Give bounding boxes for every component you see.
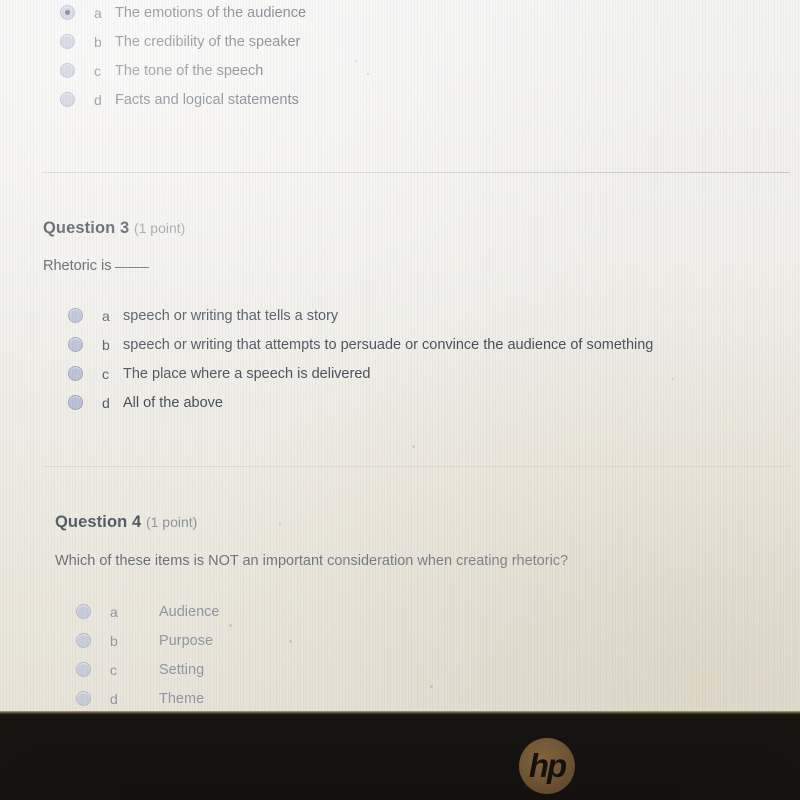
question-heading-3-label: Question 3 [43,219,130,237]
hp-logo-label: hp [528,746,567,784]
radio-button-q3-b[interactable] [68,337,83,352]
answer-options-question-4: a Audience b Purpose c Setting d Theme [0,597,800,711]
option-letter-q4-b: b [110,632,118,649]
option-text-q3-d[interactable]: All of the above [123,395,223,411]
radio-button-q2-d[interactable] [60,92,75,107]
question-block-4: Question 4 (1 point) Which of these item… [0,513,800,711]
question-stem-4: Which of these items is NOT an important… [0,553,800,569]
answer-options-question-3: a speech or writing that tells a story b… [0,301,800,417]
option-letter-q3-c: c [102,365,109,382]
option-letter-q2-b: b [94,33,102,50]
radio-button-q2-a[interactable] [60,5,75,20]
option-text-q2-d[interactable]: Facts and logical statements [115,92,299,108]
fill-in-blank-3 [114,267,149,268]
option-row-q2-c[interactable]: c The tone of the speech [0,56,800,85]
option-text-q3-c[interactable]: The place where a speech is delivered [123,366,370,382]
radio-button-q4-b[interactable] [76,633,91,648]
option-row-q2-a[interactable]: a The emotions of the audience [0,0,800,27]
bezel-highlight-edge [0,711,800,715]
radio-button-q3-a[interactable] [68,308,83,323]
question-points-3: (1 point) [133,220,186,236]
radio-button-q4-a[interactable] [76,604,91,619]
radio-button-q4-c[interactable] [76,662,91,677]
question-separator-2 [42,466,790,467]
option-letter-q4-d: d [110,690,118,707]
question-stem-4-text: Which of these items is NOT an important… [55,553,569,569]
quiz-screen: a The emotions of the audience b The cre… [0,0,800,711]
question-separator-1 [42,172,790,173]
radio-button-q4-d[interactable] [76,691,91,706]
radio-button-q3-c[interactable] [68,366,83,381]
option-letter-q2-a: a [94,4,102,21]
option-text-q3-b[interactable]: speech or writing that attempts to persu… [123,337,653,353]
option-letter-q2-c: c [94,62,101,79]
option-row-q3-c[interactable]: c The place where a speech is delivered [0,359,800,388]
quiz-content: a The emotions of the audience b The cre… [0,0,800,711]
option-letter-q2-d: d [94,91,102,108]
question-heading-4-label: Question 4 [55,513,142,531]
photo-of-laptop-screen: a The emotions of the audience b The cre… [0,0,800,800]
option-text-q4-d[interactable]: Theme [131,691,204,707]
option-row-q3-a[interactable]: a speech or writing that tells a story [0,301,800,330]
option-letter-q4-c: c [110,661,117,678]
laptop-bezel [0,711,800,800]
option-row-q2-b[interactable]: b The credibility of the speaker [0,27,800,56]
question-heading-3: Question 3 (1 point) [0,219,800,238]
question-points-4: (1 point) [145,514,198,530]
option-row-q4-c[interactable]: c Setting [0,655,800,684]
question-stem-3: Rhetoric is [0,258,800,274]
option-text-q3-a[interactable]: speech or writing that tells a story [123,308,338,324]
option-text-q4-a[interactable]: Audience [131,604,219,620]
option-text-q4-c[interactable]: Setting [131,662,204,678]
question-block-2: a The emotions of the audience b The cre… [0,0,800,114]
option-text-q4-b[interactable]: Purpose [131,633,213,649]
option-text-q2-a[interactable]: The emotions of the audience [115,5,306,21]
hp-logo: hp [519,738,575,794]
option-row-q4-a[interactable]: a Audience [0,597,800,626]
question-heading-4: Question 4 (1 point) [0,513,800,532]
question-stem-3-text: Rhetoric is [43,258,112,274]
option-row-q3-b[interactable]: b speech or writing that attempts to per… [0,330,800,359]
option-row-q4-b[interactable]: b Purpose [0,626,800,655]
option-letter-q3-b: b [102,336,110,353]
option-letter-q3-a: a [102,307,110,324]
option-letter-q4-a: a [110,603,118,620]
radio-button-q3-d[interactable] [68,395,83,410]
option-text-q2-c[interactable]: The tone of the speech [115,63,263,79]
radio-button-q2-c[interactable] [60,63,75,78]
radio-button-q2-b[interactable] [60,34,75,49]
option-row-q4-d[interactable]: d Theme [0,684,800,711]
option-letter-q3-d: d [102,394,110,411]
answer-options-question-2: a The emotions of the audience b The cre… [0,0,800,114]
question-block-3: Question 3 (1 point) Rhetoric is a speec… [0,219,800,417]
option-row-q2-d[interactable]: d Facts and logical statements [0,85,800,114]
option-row-q3-d[interactable]: d All of the above [0,388,800,417]
option-text-q2-b[interactable]: The credibility of the speaker [115,34,300,50]
